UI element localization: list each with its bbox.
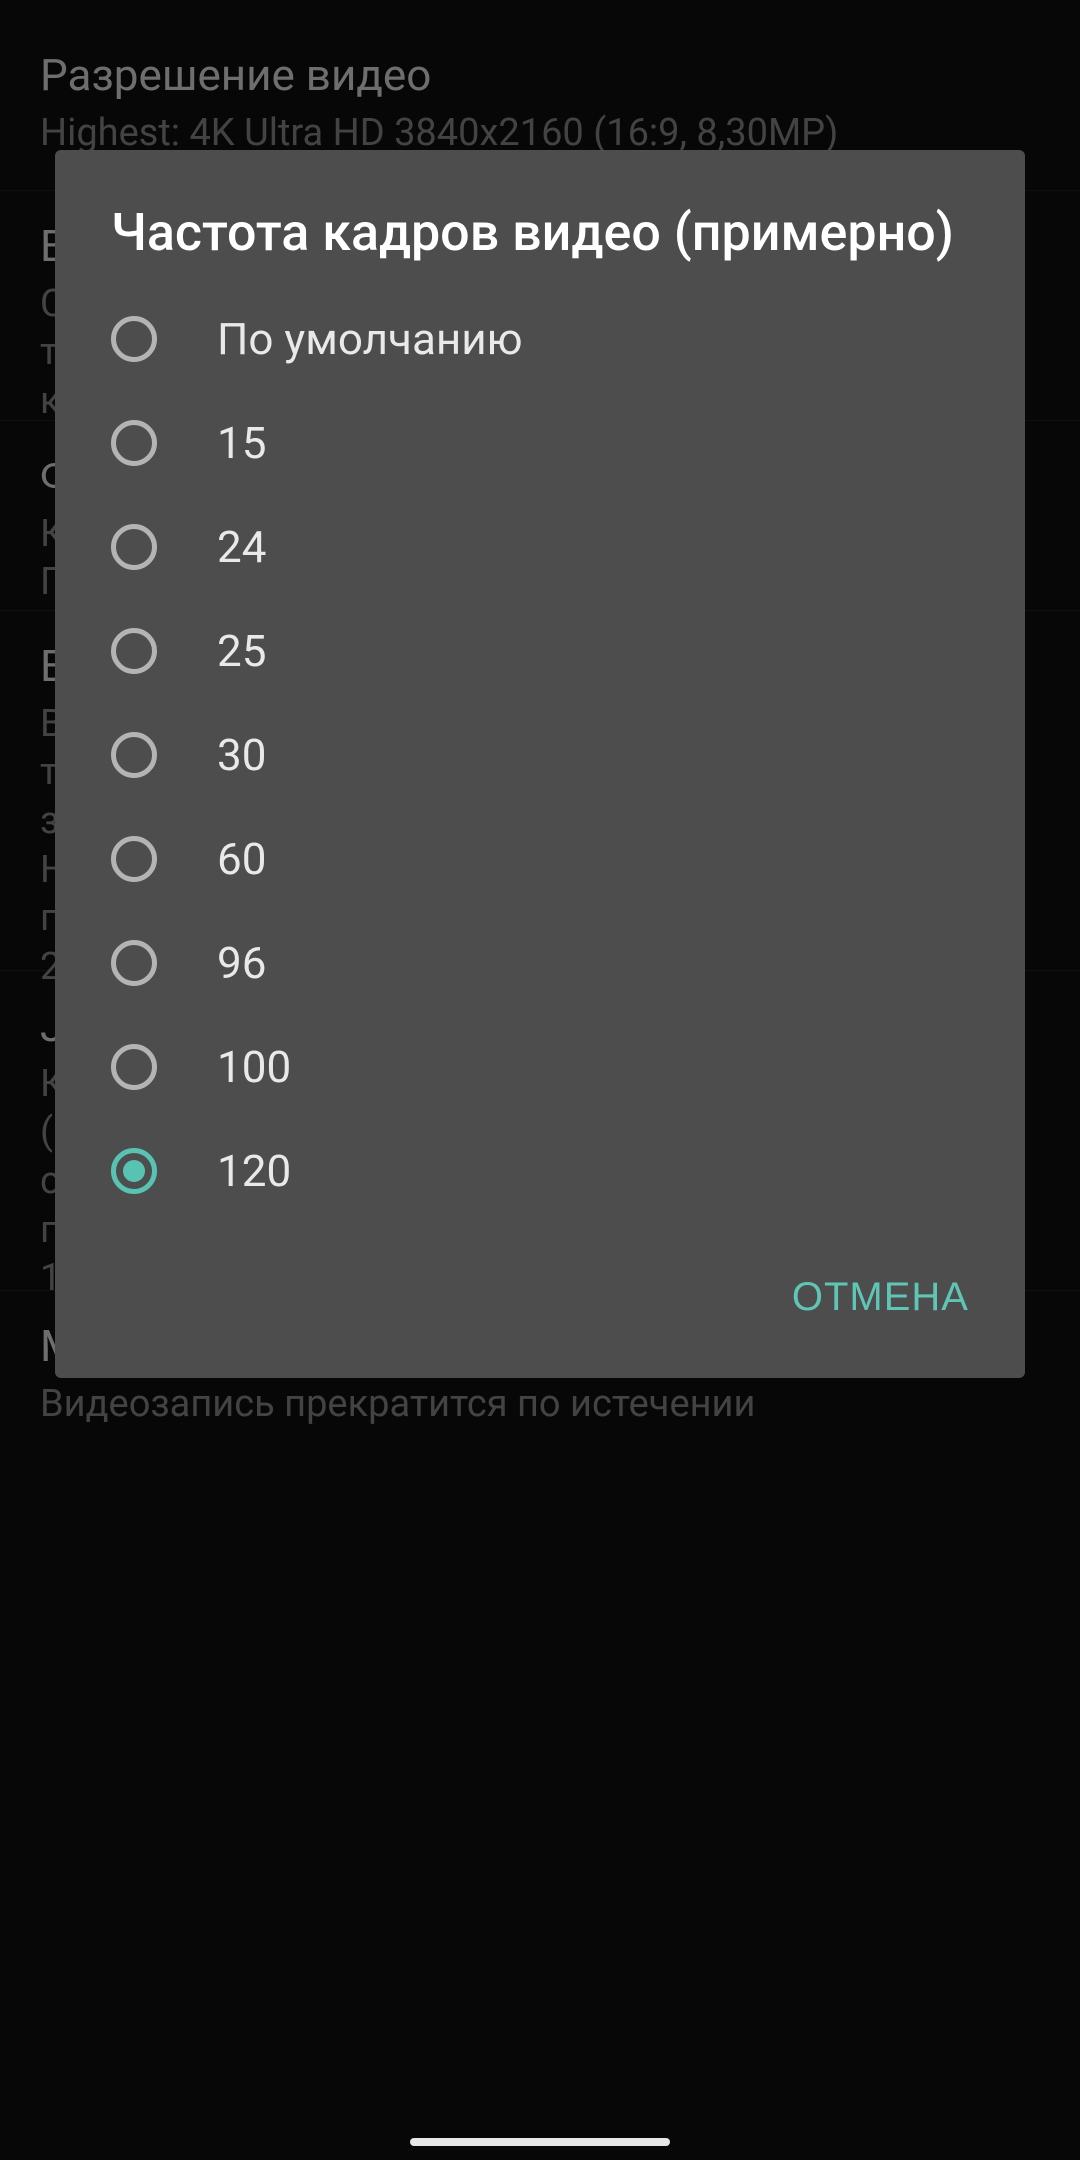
option-120[interactable]: 120 xyxy=(55,1119,1025,1223)
option-label: 60 xyxy=(217,833,266,885)
dialog-option-list: По умолчанию 15 24 25 30 60 96 100 xyxy=(55,287,1025,1227)
radio-icon xyxy=(111,1148,157,1194)
radio-icon xyxy=(111,524,157,570)
option-label: 120 xyxy=(217,1145,291,1197)
cancel-button[interactable]: ОТМЕНА xyxy=(780,1261,981,1334)
option-label: 24 xyxy=(217,521,266,573)
option-label: 100 xyxy=(217,1041,291,1093)
framerate-dialog: Частота кадров видео (примерно) По умолч… xyxy=(55,150,1025,1378)
radio-icon xyxy=(111,420,157,466)
option-24[interactable]: 24 xyxy=(55,495,1025,599)
radio-icon xyxy=(111,1044,157,1090)
option-label: По умолчанию xyxy=(217,313,523,365)
dialog-title: Частота кадров видео (примерно) xyxy=(55,200,1025,287)
radio-icon xyxy=(111,732,157,778)
option-100[interactable]: 100 xyxy=(55,1015,1025,1119)
nav-indicator xyxy=(410,2138,670,2146)
option-default[interactable]: По умолчанию xyxy=(55,287,1025,391)
option-30[interactable]: 30 xyxy=(55,703,1025,807)
radio-icon xyxy=(111,628,157,674)
radio-icon xyxy=(111,316,157,362)
option-label: 96 xyxy=(217,937,266,989)
option-96[interactable]: 96 xyxy=(55,911,1025,1015)
dialog-actions: ОТМЕНА xyxy=(55,1227,1025,1358)
option-label: 25 xyxy=(217,625,266,677)
radio-icon xyxy=(111,836,157,882)
radio-icon xyxy=(111,940,157,986)
option-label: 30 xyxy=(217,729,266,781)
option-label: 15 xyxy=(217,417,266,469)
option-25[interactable]: 25 xyxy=(55,599,1025,703)
option-60[interactable]: 60 xyxy=(55,807,1025,911)
option-15[interactable]: 15 xyxy=(55,391,1025,495)
